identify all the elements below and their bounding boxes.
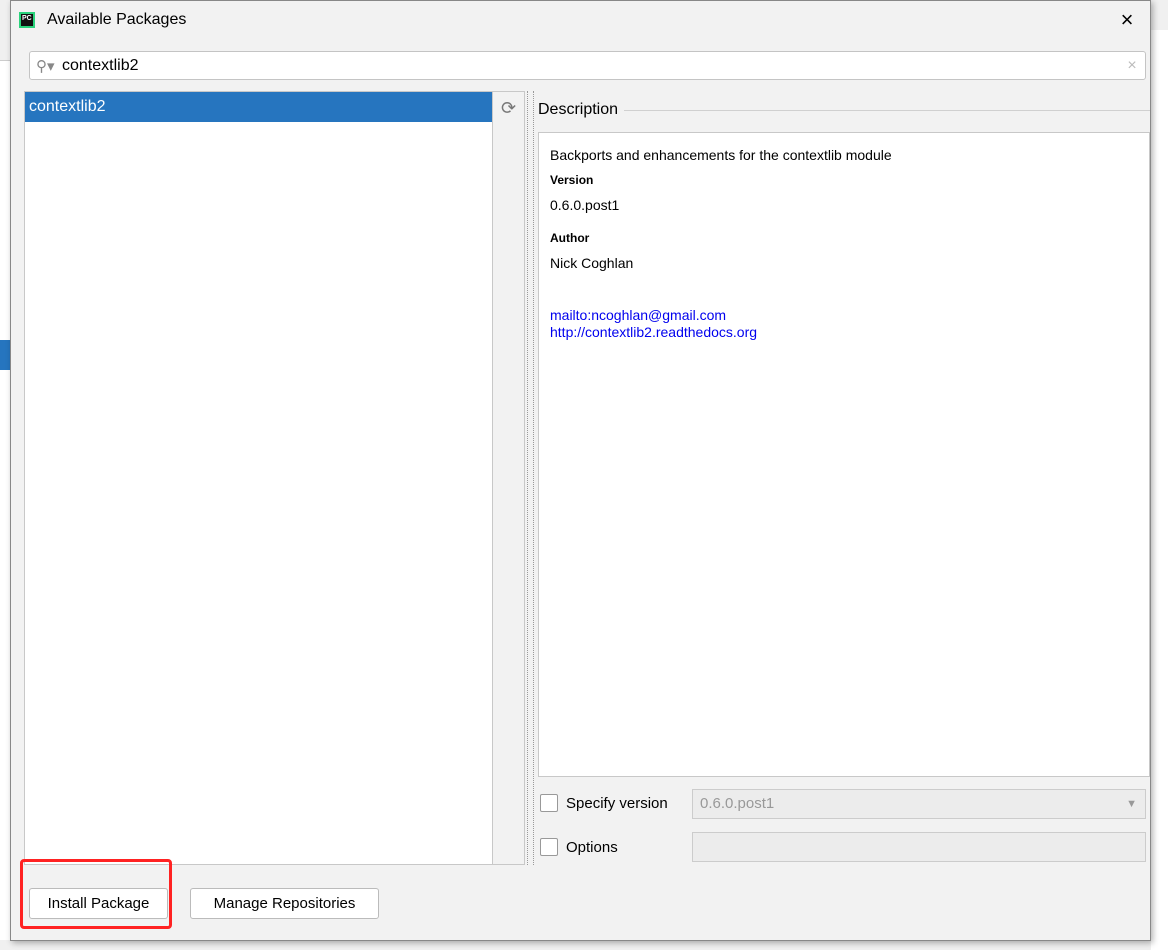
highlight-annotation [20,859,172,929]
docs-link[interactable]: http://contextlib2.readthedocs.org [550,324,1138,341]
search-field[interactable]: ⚲▾ × [29,51,1146,80]
dialog-title: Available Packages [47,11,187,28]
pycharm-icon: PC [19,12,35,28]
refresh-button[interactable]: ⟳ [493,91,525,865]
package-summary: Backports and enhancements for the conte… [550,147,892,163]
options-label[interactable]: Options [566,839,618,856]
author-heading: Author [550,231,590,245]
version-heading: Version [550,173,594,187]
available-packages-dialog: PC Available Packages × ⚲▾ × contextlib2… [10,0,1151,941]
splitter-handle[interactable] [527,91,534,865]
version-select[interactable]: 0.6.0.post1 ▼ [692,789,1146,819]
description-panel: Backports and enhancements for the conte… [538,132,1150,777]
description-label: Description [538,101,625,119]
search-input[interactable] [62,56,1119,75]
author-value: Nick Coghlan [550,255,634,271]
clear-search-icon[interactable]: × [1119,57,1145,75]
close-button[interactable]: × [1112,7,1142,33]
version-select-value: 0.6.0.post1 [700,795,775,812]
description-separator [538,110,1150,111]
chevron-down-icon[interactable]: ▼ [1126,790,1137,818]
background-selection [0,340,10,370]
checkbox-box[interactable] [540,838,558,856]
package-list[interactable]: contextlib2 [24,91,493,865]
checkbox-box[interactable] [540,794,558,812]
background-window [0,60,10,940]
email-link[interactable]: mailto:ncoghlan@gmail.com [550,307,1138,324]
package-list-item[interactable]: contextlib2 [25,92,492,122]
options-input[interactable] [692,832,1146,862]
background-window-right [1151,30,1168,950]
manage-repositories-button[interactable]: Manage Repositories [190,888,379,919]
version-value: 0.6.0.post1 [550,197,620,213]
refresh-icon[interactable]: ⟳ [493,98,524,119]
options-checkbox[interactable]: Options [540,838,618,856]
specify-version-label[interactable]: Specify version [566,795,668,812]
specify-version-checkbox[interactable]: Specify version [540,794,668,812]
search-icon[interactable]: ⚲▾ [36,57,58,75]
title-bar: PC Available Packages × [11,1,1150,39]
